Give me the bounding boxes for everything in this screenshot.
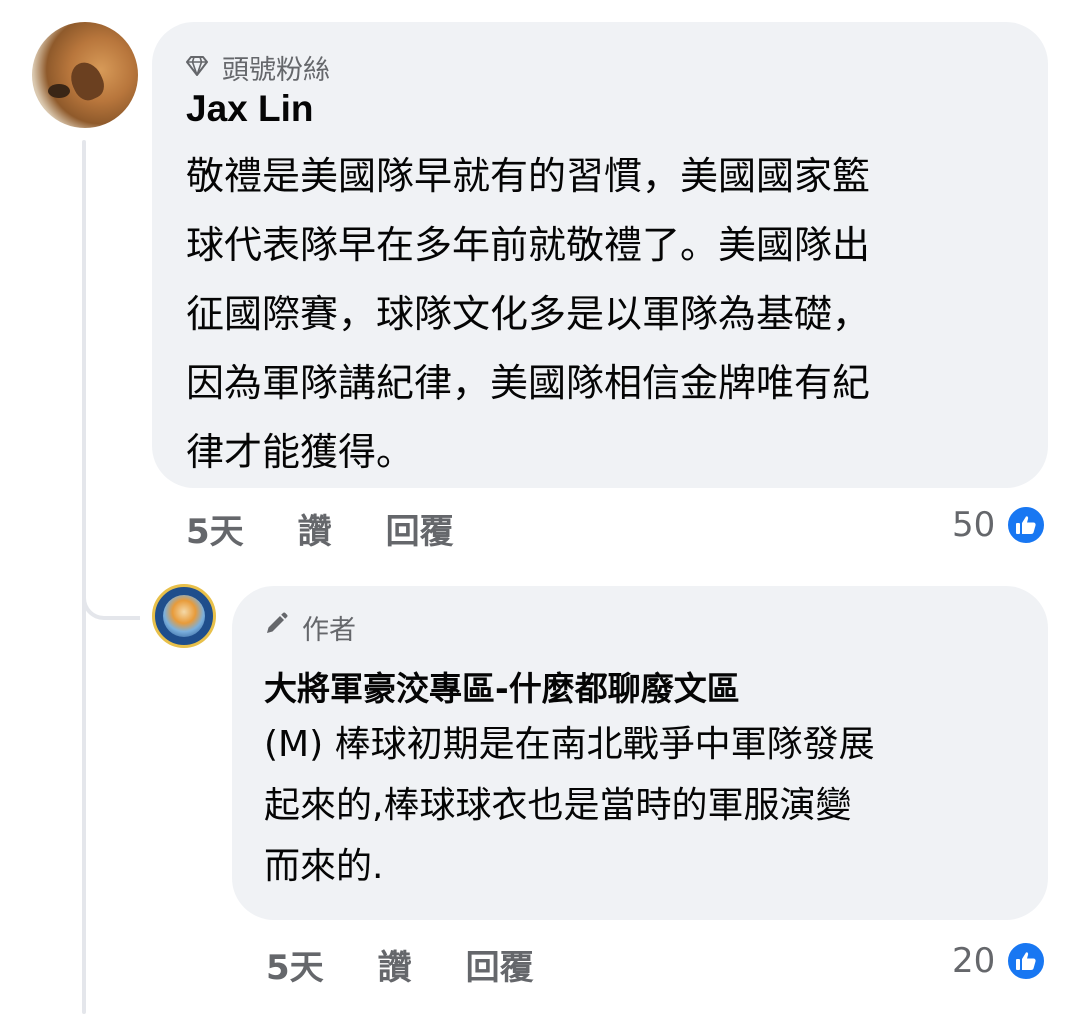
comment-text: 敬禮是美國隊早就有的習慣，美國國家籃 球代表隊早在多年前就敬禮了。美國隊出 征國… [186, 154, 871, 474]
comment-author-name[interactable]: Jax Lin [186, 88, 314, 130]
badge-label: 頭號粉絲 [222, 55, 330, 86]
avatar-dog-ear [65, 57, 109, 105]
commenter-avatar[interactable] [32, 22, 138, 128]
reaction-count: 20 [952, 941, 996, 981]
diamond-icon [186, 52, 208, 83]
avatar-illustration [163, 595, 205, 637]
comment-actions: 5天 讚 回覆 [186, 504, 454, 553]
reply-timestamp[interactable]: 5天 [266, 940, 324, 989]
author-badge: 作者 [264, 608, 356, 647]
comment-timestamp[interactable]: 5天 [186, 504, 244, 553]
badge-label: 作者 [302, 615, 356, 646]
avatar-dog-nose [48, 84, 70, 98]
reply-button[interactable]: 回覆 [466, 940, 534, 989]
reaction-summary[interactable]: 50 [952, 504, 1048, 546]
like-button[interactable]: 讚 [378, 940, 412, 989]
like-button[interactable]: 讚 [298, 504, 332, 553]
comment-thread: 頭號粉絲 Jax Lin 敬禮是美國隊早就有的習慣，美國國家籃 球代表隊早在多年… [0, 0, 1080, 1014]
reply-text: (M) 棒球初期是在南北戰爭中軍隊發展 起來的,棒球球衣也是當時的軍服演變 而來… [264, 724, 875, 887]
reaction-summary[interactable]: 20 [952, 940, 1048, 982]
reply-button[interactable]: 回覆 [386, 504, 454, 553]
pencil-icon [264, 612, 288, 643]
top-fan-badge: 頭號粉絲 [186, 48, 330, 87]
reply-author-name[interactable]: 大將軍豪洨專區-什麼都聊廢文區 [264, 662, 740, 710]
page-avatar[interactable] [152, 584, 216, 648]
thread-connector [82, 560, 140, 620]
reply-actions: 5天 讚 回覆 [266, 940, 534, 989]
thumbs-up-icon [1005, 940, 1048, 982]
reaction-count: 50 [952, 505, 996, 545]
thumbs-up-icon [1005, 504, 1048, 546]
